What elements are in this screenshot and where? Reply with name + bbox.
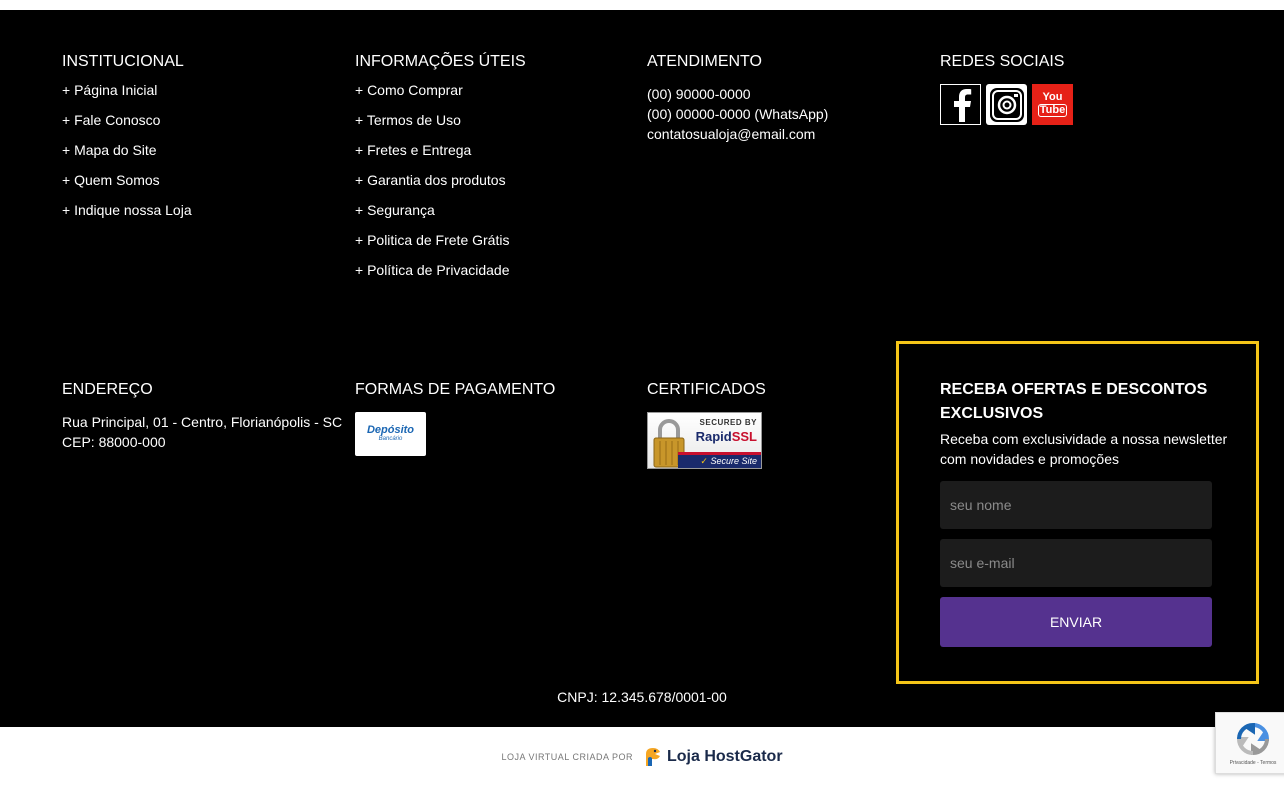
social-links: You Tube xyxy=(940,84,1210,125)
pagamento-title: FORMAS DE PAGAMENTO xyxy=(355,381,556,398)
atendimento-title: ATENDIMENTO xyxy=(647,53,762,70)
link-termos-de-uso[interactable]: + Termos de Uso xyxy=(355,105,625,135)
credits-bar: LOJA VIRTUAL CRIADA POR Loja HostGator xyxy=(0,727,1284,787)
checkmark-icon: ✓ xyxy=(700,456,708,466)
link-quem-somos[interactable]: + Quem Somos xyxy=(62,165,332,195)
recaptcha-icon xyxy=(1236,722,1270,755)
youtube-icon-bottom: Tube xyxy=(1037,104,1068,117)
hostgator-gator-icon xyxy=(645,748,660,766)
secure-site-band: ✓ Secure Site xyxy=(678,452,761,468)
cnpj-text: CNPJ: 12.345.678/0001-00 xyxy=(557,689,727,705)
site-footer: INSTITUCIONAL + Página Inicial + Fale Co… xyxy=(0,10,1284,727)
contact-email[interactable]: contatosualoja@email.com xyxy=(647,124,917,144)
secure-site-text: Secure Site xyxy=(710,456,757,466)
whatsapp-number: (00) 00000-0000 (WhatsApp) xyxy=(647,106,829,122)
newsletter-title: RECEBA OFERTAS E DESCONTOS EXCLUSIVOS xyxy=(940,381,1208,422)
link-mapa-do-site[interactable]: + Mapa do Site xyxy=(62,135,332,165)
hostgator-logo[interactable]: Loja HostGator xyxy=(643,746,783,768)
certificados-title: CERTIFICADOS xyxy=(647,381,766,398)
newsletter-name-input[interactable] xyxy=(940,481,1212,529)
newsletter-submit-button[interactable]: ENVIAR xyxy=(940,597,1212,647)
endereco-column: ENDEREÇO Rua Principal, 01 - Centro, Flo… xyxy=(62,378,347,452)
rapidssl-seal[interactable]: SECURED BY RapidSSL ✓ Secure Site xyxy=(647,412,762,469)
redes-sociais-column: REDES SOCIAIS You Tube xyxy=(940,50,1210,125)
phone-number: (00) 90000-0000 xyxy=(647,86,751,102)
link-fale-conosco[interactable]: + Fale Conosco xyxy=(62,105,332,135)
informacoes-title: INFORMAÇÕES ÚTEIS xyxy=(355,53,526,70)
newsletter-email-input[interactable] xyxy=(940,539,1212,587)
youtube-icon-top: You xyxy=(1042,91,1063,103)
institucional-column: INSTITUCIONAL + Página Inicial + Fale Co… xyxy=(62,50,332,225)
newsletter-description: Receba com exclusividade a nossa newslet… xyxy=(940,431,1228,467)
link-politica-privacidade[interactable]: + Política de Privacidade xyxy=(355,255,625,285)
hostgator-brand-text: Loja HostGator xyxy=(666,748,783,765)
link-garantia-dos-produtos[interactable]: + Garantia dos produtos xyxy=(355,165,625,195)
youtube-icon[interactable]: You Tube xyxy=(1032,84,1073,125)
deposit-main-text: Depósito xyxy=(366,424,415,436)
recaptcha-badge[interactable]: Privacidade - Termos xyxy=(1215,712,1284,774)
informacoes-column: INFORMAÇÕES ÚTEIS + Como Comprar + Termo… xyxy=(355,50,625,285)
secured-by-text: SECURED BY xyxy=(699,418,757,427)
certificados-column: CERTIFICADOS SECURED BY RapidSSL ✓ Secur… xyxy=(647,378,917,469)
informacoes-links: + Como Comprar + Termos de Uso + Fretes … xyxy=(355,75,625,285)
recaptcha-text: Privacidade - Termos xyxy=(1229,759,1277,766)
link-indique-nossa-loja[interactable]: + Indique nossa Loja xyxy=(62,195,332,225)
deposit-sub-text: Bancário xyxy=(378,436,403,442)
link-como-comprar[interactable]: + Como Comprar xyxy=(355,75,625,105)
rapidssl-logo-text: RapidSSL xyxy=(696,429,757,444)
link-pagina-inicial[interactable]: + Página Inicial xyxy=(62,75,332,105)
link-fretes-e-entrega[interactable]: + Fretes e Entrega xyxy=(355,135,625,165)
institucional-links: + Página Inicial + Fale Conosco + Mapa d… xyxy=(62,75,332,225)
facebook-icon[interactable] xyxy=(940,84,981,125)
institucional-title: INSTITUCIONAL xyxy=(62,53,184,70)
endereco-title: ENDEREÇO xyxy=(62,381,153,398)
cep-line: CEP: 88000-000 xyxy=(62,434,166,450)
deposito-bancario-badge: Depósito Bancário xyxy=(355,412,426,456)
link-politica-frete-gratis[interactable]: + Politica de Frete Grátis xyxy=(355,225,625,255)
redes-sociais-title: REDES SOCIAIS xyxy=(940,53,1065,70)
link-seguranca[interactable]: + Segurança xyxy=(355,195,625,225)
address-line: Rua Principal, 01 - Centro, Florianópoli… xyxy=(62,414,343,430)
rapid-text: Rapid xyxy=(695,429,732,444)
atendimento-column: ATENDIMENTO (00) 90000-0000 (00) 00000-0… xyxy=(647,50,917,144)
pagamento-column: FORMAS DE PAGAMENTO Depósito Bancário xyxy=(355,378,625,456)
ssl-text: SSL xyxy=(731,429,757,444)
newsletter-box: RECEBA OFERTAS E DESCONTOS EXCLUSIVOS Re… xyxy=(896,341,1259,684)
made-by-text: LOJA VIRTUAL CRIADA POR xyxy=(501,752,633,762)
instagram-icon[interactable] xyxy=(986,84,1027,125)
